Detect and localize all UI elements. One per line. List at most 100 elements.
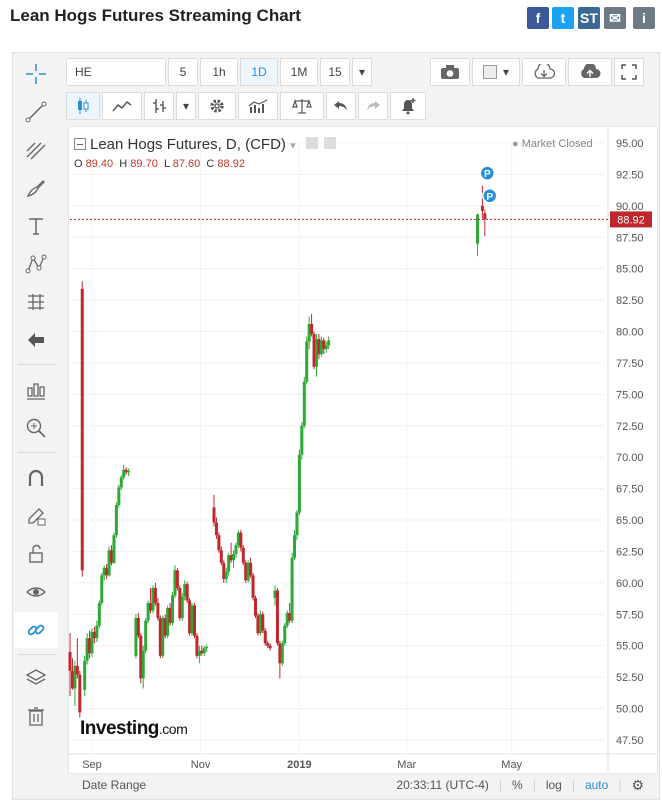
- candle-up: [114, 504, 118, 536]
- x-tick-label: 2019: [287, 759, 311, 771]
- ohlc-values: O 89.40 H 89.70 L 87.60 C 88.92: [74, 158, 245, 170]
- status-bar: Date Range 20:33:11 (UTC-4) | % | log | …: [82, 776, 644, 794]
- y-tick-label: 87.50: [616, 232, 644, 244]
- candle-up: [119, 477, 123, 488]
- y-tick-label: 90.00: [616, 201, 644, 213]
- candle-down: [219, 550, 223, 563]
- candle-up: [290, 557, 294, 621]
- y-tick-label: 80.00: [616, 327, 644, 339]
- candle-up: [232, 553, 236, 561]
- candle-down: [156, 603, 160, 619]
- candle-down: [261, 614, 265, 631]
- candle-down: [78, 674, 82, 713]
- eye-toggle-icon[interactable]: [305, 137, 318, 149]
- candle-down: [214, 522, 218, 536]
- candle-down: [249, 562, 253, 576]
- collapse-legend-icon[interactable]: [74, 138, 86, 150]
- last-price-label: 88.92: [617, 214, 645, 226]
- auto-scale-toggle[interactable]: auto: [585, 778, 608, 792]
- series-settings-icon[interactable]: [323, 137, 336, 149]
- log-toggle[interactable]: log: [546, 778, 562, 792]
- instrument-name: Lean Hogs Futures, D, (CFD): [90, 136, 286, 153]
- candle-up: [324, 345, 328, 350]
- candle-up: [202, 648, 206, 654]
- chart-legend: Lean Hogs Futures, D, (CFD) ▾: [74, 136, 336, 153]
- candle-up: [234, 545, 238, 554]
- candle-up: [100, 575, 104, 604]
- candle-up: [295, 512, 299, 536]
- candle-up: [97, 603, 101, 626]
- candle-up: [171, 595, 175, 624]
- candle-down: [185, 584, 189, 601]
- y-tick-label: 92.50: [616, 169, 644, 181]
- candle-down: [80, 288, 84, 571]
- x-tick-label: Mar: [397, 759, 416, 771]
- candle-up: [95, 625, 99, 639]
- candle-up: [205, 646, 209, 649]
- candle-down: [212, 507, 216, 523]
- candle-up: [280, 643, 284, 664]
- candle-down: [251, 575, 255, 598]
- candle-up: [83, 660, 87, 690]
- candle-down: [75, 665, 79, 675]
- high-value: 89.70: [130, 158, 158, 170]
- candle-up: [297, 454, 301, 513]
- candle-down: [275, 590, 279, 644]
- y-tick-label: 52.50: [616, 672, 644, 684]
- open-value: 89.40: [85, 158, 114, 170]
- date-range-button[interactable]: Date Range: [82, 778, 146, 792]
- close-label: C: [206, 158, 215, 170]
- candle-down: [136, 618, 140, 636]
- instrument-dropdown-icon[interactable]: ▾: [290, 140, 296, 152]
- candle-up: [127, 471, 131, 473]
- close-value: 88.92: [217, 158, 245, 170]
- candle-up: [293, 535, 297, 558]
- candle-up: [141, 650, 145, 679]
- candle-down: [153, 587, 157, 604]
- x-tick-label: Sep: [82, 759, 102, 771]
- candle-up: [300, 425, 304, 455]
- candle-down: [310, 323, 314, 335]
- candle-down: [263, 630, 267, 644]
- candle-down: [175, 570, 179, 588]
- candle-down: [483, 213, 487, 220]
- y-tick-label: 60.00: [616, 578, 644, 590]
- y-tick-label: 47.50: [616, 735, 644, 747]
- candle-down: [68, 652, 72, 671]
- y-tick-label: 55.00: [616, 641, 644, 653]
- logo-main: Investing: [80, 718, 159, 739]
- candle-down: [241, 547, 245, 563]
- candle-down: [192, 605, 196, 636]
- chart-settings-gear-icon[interactable]: ⚙: [631, 777, 644, 794]
- high-label: H: [119, 158, 128, 170]
- event-marker-label: P: [484, 169, 491, 180]
- low-value: 87.60: [172, 158, 201, 170]
- y-tick-label: 85.00: [616, 264, 644, 276]
- y-tick-label: 70.00: [616, 452, 644, 464]
- percent-toggle[interactable]: %: [512, 778, 523, 792]
- y-tick-label: 75.00: [616, 389, 644, 401]
- price-chart[interactable]: 47.50 50.00 52.50 55.00 57.50 60.00 62.50 65.00…: [0, 0, 662, 802]
- x-tick-label: Nov: [191, 759, 211, 771]
- y-tick-label: 82.50: [616, 295, 644, 307]
- candle-up: [327, 340, 331, 346]
- x-tick-label: May: [501, 759, 522, 771]
- clock-readout: 20:33:11 (UTC-4): [396, 778, 489, 792]
- y-tick-label: 77.50: [616, 358, 644, 370]
- y-tick-label: 95.00: [616, 138, 644, 150]
- open-label: O: [74, 158, 83, 170]
- low-label: L: [163, 158, 170, 170]
- candle-up: [112, 535, 116, 563]
- logo-suffix: .com: [158, 721, 188, 737]
- y-tick-label: 67.50: [616, 484, 644, 496]
- candle-up: [224, 571, 228, 580]
- event-marker-label: P: [486, 192, 493, 203]
- candle-up: [302, 381, 306, 426]
- candle-up: [180, 596, 184, 619]
- candle-down: [239, 532, 243, 548]
- market-status-text: Market Closed: [521, 138, 593, 150]
- y-tick-label: 62.50: [616, 546, 644, 558]
- candle-down: [217, 535, 221, 551]
- y-tick-label: 65.00: [616, 515, 644, 527]
- candle-down: [253, 597, 257, 616]
